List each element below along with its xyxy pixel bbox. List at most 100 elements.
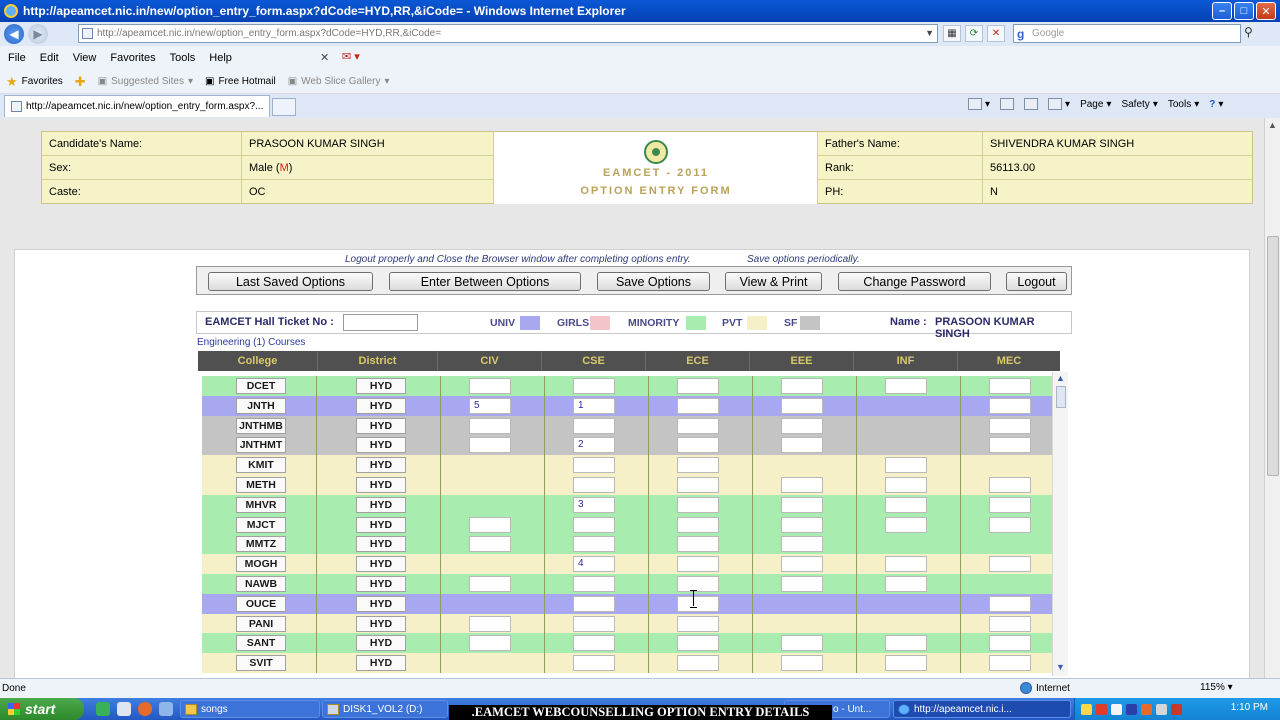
page-menu[interactable]: Page ▾ [1080,99,1111,110]
option-input-ece[interactable] [677,417,719,434]
option-input-civ[interactable] [469,536,511,553]
menu-favorites[interactable]: Favorites [110,52,155,64]
option-input-mec[interactable] [989,556,1031,573]
search-icon[interactable]: ⚲ [1244,25,1253,39]
option-input-mec[interactable] [989,477,1031,493]
option-input-civ[interactable] [469,378,511,394]
tray-volume-icon[interactable] [1111,703,1122,715]
option-input-ece[interactable] [677,576,719,592]
option-input-ece[interactable] [677,615,719,632]
close-window-button[interactable]: ✕ [1256,2,1276,20]
menu-help[interactable]: Help [209,52,232,64]
start-button[interactable]: start [0,698,84,720]
option-input-inf[interactable] [885,635,927,652]
option-input-ece[interactable] [677,595,719,612]
page-scroll-thumb[interactable] [1267,236,1279,476]
option-input-ece[interactable] [677,378,719,394]
option-input-ece[interactable] [677,516,719,533]
option-input-ece[interactable] [677,437,719,454]
quicklaunch-browser-icon[interactable] [96,702,110,716]
option-input-cse[interactable] [573,576,615,592]
option-input-civ[interactable] [469,437,511,454]
option-input-eee[interactable] [781,437,823,454]
grid-scroll-up-icon[interactable]: ▲ [1056,373,1065,383]
grid-scrollbar[interactable]: ▲ ▼ [1052,372,1068,676]
option-input-civ[interactable] [469,635,511,652]
menu-view[interactable]: View [73,52,97,64]
option-input-civ[interactable] [469,417,511,434]
feeds-button[interactable] [1000,98,1015,110]
tab-apeamcet[interactable]: http://apeamcet.nic.in/new/option_entry_… [4,95,270,117]
option-input-mec[interactable] [989,595,1031,612]
home-button[interactable]: ▾ [968,98,990,110]
favorites-button[interactable]: ★ Favorites [6,74,63,90]
option-input-ece[interactable] [677,635,719,652]
option-input-eee[interactable] [781,477,823,493]
option-input-inf[interactable] [885,378,927,394]
option-input-ece[interactable] [677,536,719,553]
option-input-mec[interactable] [989,655,1031,672]
option-input-cse[interactable]: 2 [573,437,615,454]
taskbar-item-songs[interactable]: songs [180,700,320,718]
option-input-mec[interactable] [989,635,1031,652]
option-input-eee[interactable] [781,516,823,533]
option-input-inf[interactable] [885,496,927,513]
option-input-ece[interactable] [677,477,719,493]
menu-tools[interactable]: Tools [170,52,196,64]
tray-bluetooth-icon[interactable] [1126,703,1137,715]
page-scroll-up-icon[interactable]: ▲ [1268,120,1277,130]
tray-antivirus-icon[interactable] [1096,703,1107,715]
option-input-civ[interactable] [469,576,511,592]
option-input-inf[interactable] [885,457,927,474]
option-input-cse[interactable] [573,477,615,493]
change-password-button[interactable]: Change Password [838,272,991,291]
option-input-eee[interactable] [781,378,823,394]
option-input-mec[interactable] [989,615,1031,632]
compatibility-view-icon[interactable]: ▦ [943,25,961,42]
option-input-inf[interactable] [885,477,927,493]
minimize-button[interactable]: – [1212,2,1232,20]
last-saved-options-button[interactable]: Last Saved Options [208,272,373,291]
option-input-eee[interactable] [781,576,823,592]
option-input-inf[interactable] [885,655,927,672]
option-input-inf[interactable] [885,556,927,573]
option-input-mec[interactable] [989,397,1031,414]
option-input-eee[interactable] [781,536,823,553]
safety-menu[interactable]: Safety ▾ [1121,99,1157,110]
option-input-cse[interactable] [573,417,615,434]
option-input-cse[interactable] [573,536,615,553]
free-hotmail-link[interactable]: ▣ Free Hotmail [205,76,276,87]
option-input-cse[interactable]: 4 [573,556,615,573]
menu-edit[interactable]: Edit [40,52,59,64]
tray-update-icon[interactable] [1141,703,1152,715]
hall-ticket-input[interactable] [343,314,418,331]
option-input-eee[interactable] [781,397,823,414]
logout-button[interactable]: Logout [1006,272,1067,291]
add-favorite-button[interactable]: ✚ [75,74,86,90]
tray-misc-icon[interactable] [1156,703,1167,715]
option-input-cse[interactable] [573,378,615,394]
option-input-mec[interactable] [989,437,1031,454]
option-input-civ[interactable] [469,516,511,533]
suggested-sites-link[interactable]: ▣ Suggested Sites ▾ [98,76,193,87]
maximize-button[interactable]: □ [1234,2,1254,20]
option-input-cse[interactable] [573,615,615,632]
quicklaunch-desktop-icon[interactable] [117,702,131,716]
zoom-level[interactable]: 115% ▾ [1200,682,1233,693]
taskbar-item-ie[interactable]: http://apeamcet.nic.i... [893,700,1071,718]
stop-icon[interactable]: ✕ [987,25,1005,42]
option-input-cse[interactable] [573,516,615,533]
read-mail-button[interactable] [1024,98,1039,110]
option-input-ece[interactable] [677,556,719,573]
tray-network-icon[interactable] [1081,703,1092,715]
option-input-inf[interactable] [885,516,927,533]
menu-file[interactable]: File [8,52,26,64]
option-input-civ[interactable]: 5 [469,397,511,414]
help-button[interactable]: ? ▾ [1209,99,1223,110]
view-print-button[interactable]: View & Print [725,272,822,291]
option-input-mec[interactable] [989,516,1031,533]
grid-scroll-thumb[interactable] [1056,386,1066,408]
enter-between-options-button[interactable]: Enter Between Options [389,272,581,291]
option-input-eee[interactable] [781,635,823,652]
address-bar[interactable]: http://apeamcet.nic.in/new/option_entry_… [78,24,938,43]
